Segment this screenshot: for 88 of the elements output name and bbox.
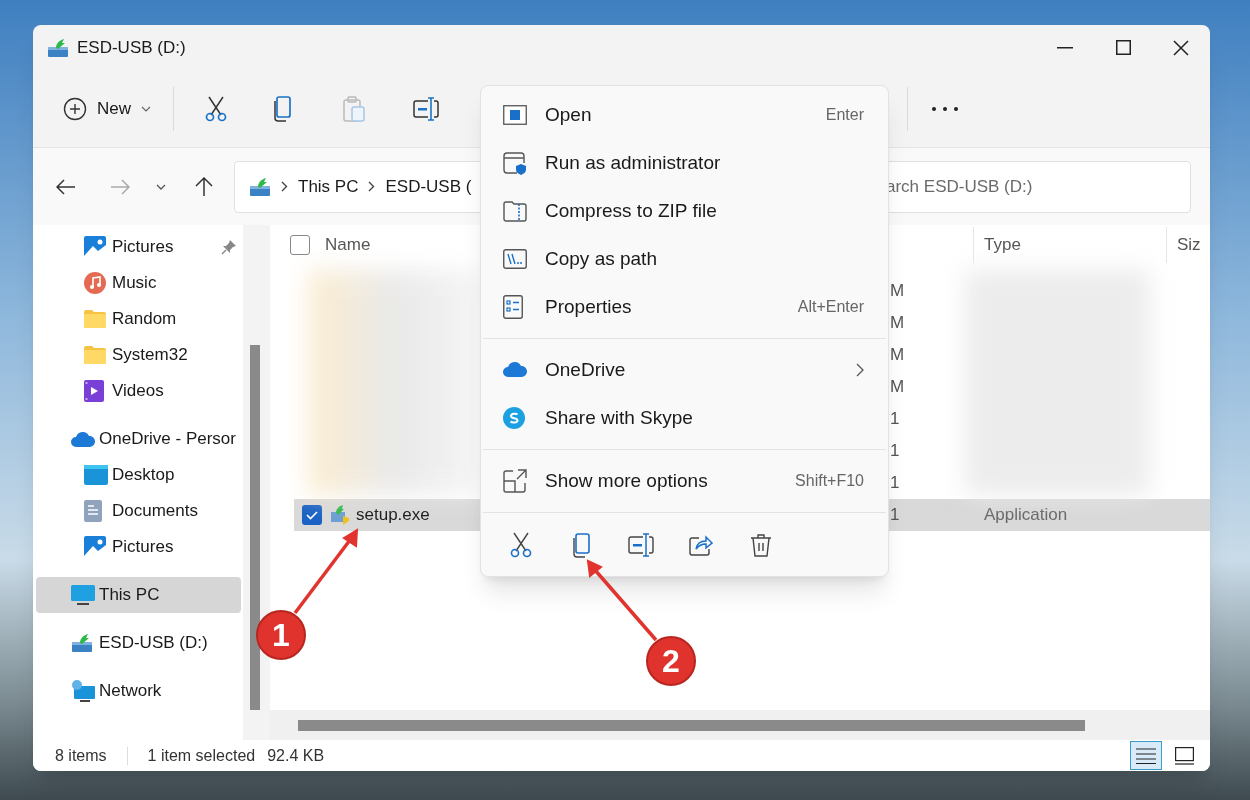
menu-item[interactable]: Open Enter [485, 91, 884, 139]
skype-icon [503, 406, 525, 429]
minimize-icon [1057, 46, 1073, 49]
menu-item[interactable]: Properties Alt+Enter [485, 283, 884, 331]
window-icon [503, 105, 527, 125]
folder-icon [84, 346, 106, 364]
more-icon [932, 106, 958, 111]
table-cell: M [890, 377, 905, 397]
checkbox[interactable] [302, 505, 322, 525]
chevron-icon [368, 181, 376, 192]
shortcut-hint: Enter [825, 105, 864, 125]
sidebar-item[interactable]: ESD-USB (D:) [36, 625, 241, 661]
table-cell: Application [984, 505, 1068, 525]
picture-icon [84, 236, 106, 258]
drive-icon [249, 176, 271, 197]
scrollbar-thumb[interactable] [250, 345, 260, 710]
menu-item[interactable]: Show more options Shift+F10 [485, 456, 884, 505]
sidebar-item[interactable]: Network [36, 673, 241, 709]
shortcut-hint: Alt+Enter [797, 297, 864, 317]
drive-icon [71, 633, 93, 653]
desktop-icon [84, 465, 108, 485]
column-header[interactable]: Name [325, 232, 371, 258]
scissors-icon [510, 532, 532, 559]
trash-icon [750, 533, 772, 558]
sidebar-item[interactable]: OneDrive - Persor [36, 421, 241, 457]
zip-folder-icon [503, 200, 527, 222]
menu-item[interactable]: OneDrive [485, 345, 884, 394]
left-arrow-icon [56, 178, 76, 195]
tiles-icon [1174, 746, 1194, 765]
select-all-checkbox[interactable] [290, 235, 310, 255]
copy-icon [571, 532, 591, 558]
selection-info: 1 item selected [147, 745, 256, 766]
right-arrow-icon [110, 178, 130, 195]
network-icon [71, 680, 95, 702]
share-icon [689, 534, 713, 557]
sidebar-item[interactable]: This PC [36, 577, 241, 613]
path-icon [503, 249, 527, 269]
sidebar-item[interactable]: Pictures [36, 229, 241, 265]
paste-icon [343, 95, 365, 122]
menu-item[interactable]: Share with Skype [485, 393, 884, 442]
new-button[interactable]: New [53, 86, 161, 131]
list-icon [1136, 747, 1156, 764]
rename-icon [413, 96, 439, 121]
sidebar-item[interactable]: Videos [36, 373, 241, 409]
properties-icon [503, 295, 523, 319]
plus-circle-icon [63, 96, 87, 121]
cloud-icon [71, 431, 95, 447]
close-icon [1173, 39, 1189, 56]
folder-icon [84, 310, 106, 328]
scissors-icon [204, 95, 228, 122]
breadcrumb-item[interactable]: This PC [298, 173, 359, 200]
table-cell: 1 [890, 441, 900, 461]
table-cell: 1 [890, 505, 900, 525]
maximize-icon [1115, 40, 1131, 55]
setup-file-icon [330, 505, 350, 525]
music-icon [84, 272, 106, 294]
details-view-button[interactable] [1130, 741, 1162, 770]
selection-size: 92.4 KB [267, 745, 325, 766]
chevron-icon [856, 362, 864, 377]
caret-icon [141, 105, 151, 112]
rename-icon [628, 533, 654, 558]
video-icon [84, 380, 104, 402]
item-count: 8 items [55, 745, 107, 766]
expand-icon [503, 468, 527, 493]
sidebar-item[interactable]: Random [36, 301, 241, 337]
window-title: ESD-USB (D:) [77, 36, 186, 59]
picture-icon [84, 536, 106, 558]
sidebar-item[interactable]: Pictures [36, 529, 241, 565]
shortcut-hint: Shift+F10 [795, 470, 864, 491]
horizontal-scrollbar-thumb[interactable] [298, 720, 1085, 731]
copy-icon [272, 95, 292, 122]
chevron-icon [281, 181, 288, 192]
up-arrow-icon [195, 176, 213, 197]
sidebar-item[interactable]: Music [36, 265, 241, 301]
sidebar-item[interactable]: Documents [36, 493, 241, 529]
shield-window-icon [503, 151, 527, 175]
cloud-icon [503, 362, 527, 378]
sidebar-item[interactable]: Desktop [36, 457, 241, 493]
column-header[interactable]: Type [984, 232, 1021, 258]
drive-icon [47, 37, 69, 58]
menu-item[interactable]: Copy as path [485, 235, 884, 283]
caret-icon [156, 183, 166, 190]
document-icon [84, 500, 102, 522]
sidebar-item[interactable]: System32 [36, 337, 241, 373]
monitor-icon [71, 584, 95, 606]
breadcrumb-item[interactable]: ESD-USB ( [385, 173, 472, 200]
column-header[interactable]: Siz [1177, 232, 1201, 258]
file-name: setup.exe [356, 504, 430, 527]
